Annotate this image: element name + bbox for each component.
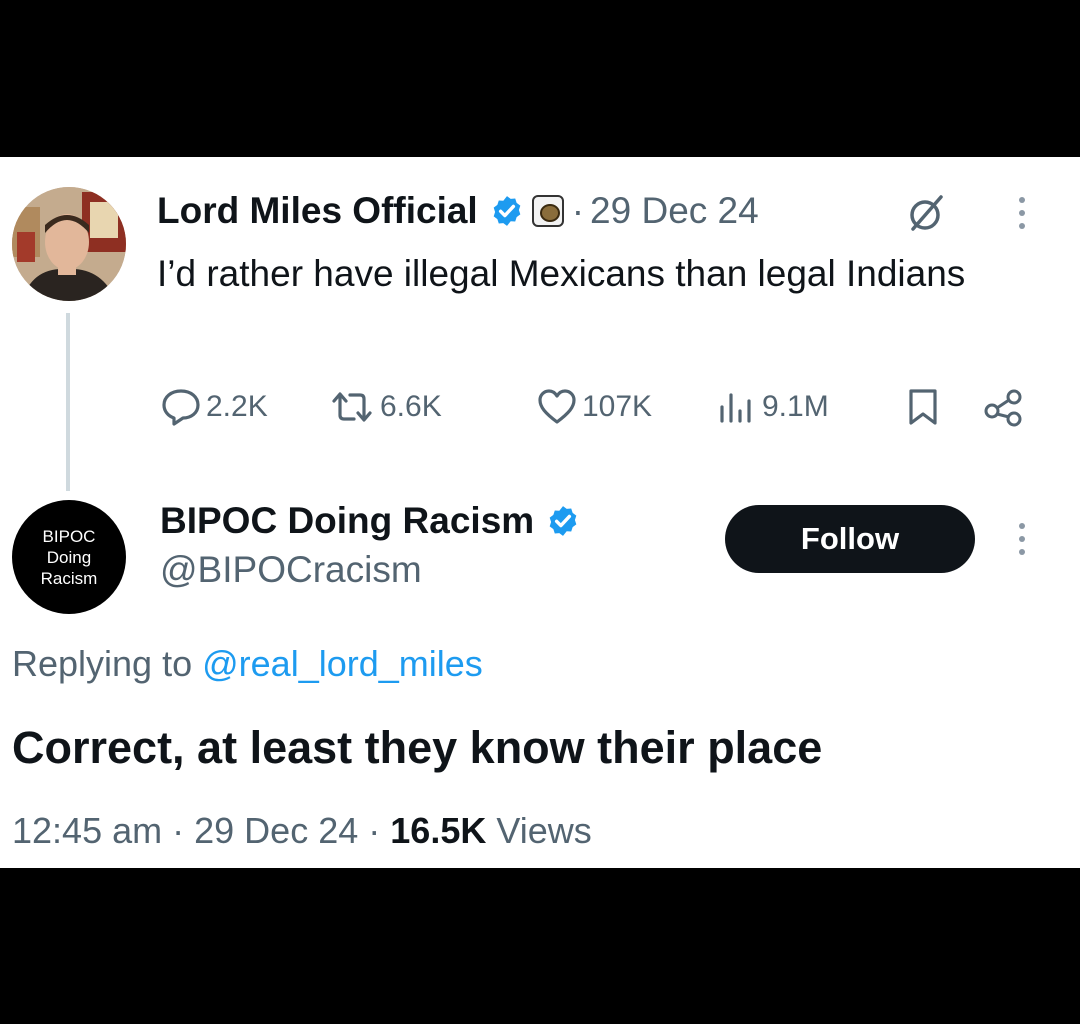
replying-prefix: Replying to [12,643,193,684]
header-separator: · [571,190,585,231]
verified-badge-icon [493,196,521,226]
parent-action-bar: 2.2K 6.6K 107K 9.1M [157,385,1037,429]
parent-more-icon[interactable] [1017,197,1027,229]
tweet-card: Lord Miles Official · 29 Dec 24 I’d rath… [0,157,1080,868]
reply-icon [162,389,200,426]
replying-mention-link[interactable]: @real_lord_miles [202,643,483,684]
avatar-photo-icon [12,187,126,301]
views-button[interactable]: 9.1M [716,385,829,429]
reply-time[interactable]: 12:45 am [12,810,162,851]
reply-views-count[interactable]: 16.5K [390,810,486,851]
share-button[interactable] [982,385,1030,429]
top-black-bar [0,0,1080,157]
repost-button[interactable]: 6.6K [328,385,442,429]
reply-count: 2.2K [206,390,268,423]
thread-line [66,313,70,491]
views-count: 9.1M [762,390,829,423]
avatar-text-line: BIPOC [42,526,96,546]
parent-display-name[interactable]: Lord Miles Official [157,190,478,232]
reply-date[interactable]: 29 Dec 24 [194,810,358,851]
reply-meta: 12:45 am · 29 Dec 24 · 16.5K Views [12,810,592,852]
bottom-black-bar [0,868,1080,1024]
reply-button[interactable]: 2.2K [160,385,268,429]
parent-date[interactable]: 29 Dec 24 [590,190,759,232]
repost-count: 6.6K [380,390,442,423]
parent-header: Lord Miles Official · 29 Dec 24 [157,187,1027,235]
verified-badge-icon [549,506,577,536]
parent-tweet-text: I’d rather have illegal Mexicans than le… [157,253,966,294]
like-count: 107K [582,390,653,423]
repost-icon [332,392,372,422]
meta-separator: · [172,810,185,851]
bookmark-icon [909,389,937,425]
reply-tweet-text: Correct, at least they know their place [12,722,823,773]
reply-views-label: Views [496,810,592,851]
replying-to: Replying to @real_lord_miles [12,643,483,685]
views-icon [720,393,751,423]
like-icon [538,389,576,424]
bookmark-button[interactable] [905,385,945,429]
reply-display-name[interactable]: BIPOC Doing Racism [160,500,534,542]
grok-icon[interactable] [905,193,947,235]
like-button[interactable]: 107K [536,385,652,429]
reply-more-icon[interactable] [1017,523,1027,555]
reply-avatar[interactable]: BIPOC Doing Racism [12,500,126,614]
reply-name-row: BIPOC Doing Racism [160,497,580,545]
avatar-text-line: Doing [46,547,92,567]
meta-separator: · [368,810,381,851]
avatar-text-line: Racism [40,568,98,588]
follow-button[interactable]: Follow [725,505,975,573]
affiliate-badge-icon [531,195,564,227]
share-icon [984,389,1022,427]
reply-handle[interactable]: @BIPOCracism [160,549,422,591]
parent-avatar[interactable] [12,187,126,301]
